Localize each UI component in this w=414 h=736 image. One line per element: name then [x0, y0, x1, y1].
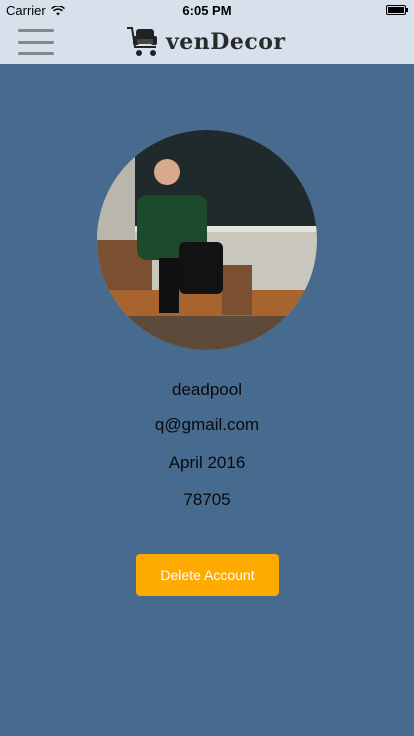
battery-icon	[386, 5, 408, 15]
email-text: q@gmail.com	[154, 415, 260, 434]
delete-account-button[interactable]: Delete Account	[136, 554, 279, 596]
status-bar: Carrier 6:05 PM	[0, 0, 414, 20]
member-since-text: April 2016	[168, 453, 246, 472]
zip-code-text: 78705	[183, 490, 231, 509]
profile-photo	[97, 130, 317, 350]
status-time: 6:05 PM	[182, 3, 232, 18]
app-title: venDecor	[166, 29, 286, 55]
hamburger-menu-icon[interactable]	[18, 27, 54, 57]
nav-bar: venDecor	[0, 20, 414, 64]
brand-logo: venDecor	[126, 24, 286, 60]
armchair-cart-icon	[127, 27, 157, 56]
username-text: deadpool	[172, 380, 242, 399]
profile-avatar	[97, 130, 317, 350]
